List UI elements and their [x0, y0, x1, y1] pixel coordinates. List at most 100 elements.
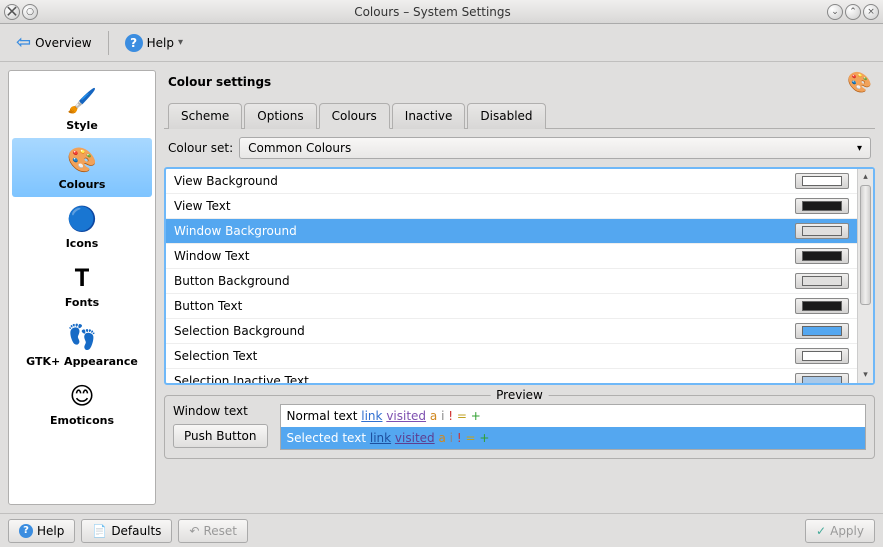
- preview-text-box: Normal text link visited a i ! = + Selec…: [280, 404, 867, 450]
- preview-active: a: [430, 409, 437, 423]
- colour-row[interactable]: Window Text: [166, 244, 857, 269]
- scroll-down-button[interactable]: ▾: [858, 367, 873, 383]
- colour-swatch-button[interactable]: [795, 248, 849, 264]
- preview-inactive: i: [441, 409, 444, 423]
- apply-button-label: Apply: [830, 524, 864, 538]
- help-button[interactable]: ? Help: [8, 519, 75, 543]
- defaults-icon: 📄: [92, 524, 107, 538]
- colour-swatch: [802, 351, 842, 361]
- sidebar-item-icons[interactable]: 🔵Icons: [12, 197, 152, 256]
- preview-selected-line: Selected text link visited a i ! = +: [281, 427, 866, 449]
- colour-name-label: Button Text: [174, 299, 795, 313]
- chevron-down-icon: ▾: [857, 143, 862, 154]
- colour-row[interactable]: Selection Background: [166, 319, 857, 344]
- colour-set-row: Colour set: Common Colours ▾: [164, 129, 875, 167]
- preview-active-sel: a: [438, 431, 445, 445]
- colour-list[interactable]: View Background View Text Window Backgroun…: [166, 169, 857, 383]
- colour-swatch-button[interactable]: [795, 198, 849, 214]
- preview-push-button[interactable]: Push Button: [173, 424, 268, 448]
- content-header: Colour settings 🎨: [164, 70, 875, 102]
- colour-name-label: Window Text: [174, 249, 795, 263]
- colour-swatch-button[interactable]: [795, 173, 849, 189]
- bottom-button-bar: ? Help 📄 Defaults ↶ Reset ✓ Apply: [0, 513, 883, 547]
- vertical-scrollbar[interactable]: ▴ ▾: [857, 169, 873, 383]
- main-area: 🖌️Style 🎨 Colours 🔵Icons𝐓Fonts 👣 GTK+ Appeara…: [0, 62, 883, 513]
- defaults-button[interactable]: 📄 Defaults: [81, 519, 172, 543]
- preview-window-text-label: Window text: [173, 404, 268, 418]
- back-arrow-icon: ⇦: [16, 32, 31, 53]
- help-menu-button[interactable]: ? Help ▾: [117, 30, 191, 56]
- colour-row[interactable]: Button Background: [166, 269, 857, 294]
- sidebar-item-style[interactable]: 🖌️Style: [12, 79, 152, 138]
- window-menu-icon[interactable]: ✕: [4, 4, 20, 20]
- tab-options[interactable]: Options: [244, 103, 316, 129]
- chevron-down-icon: ▾: [178, 37, 183, 48]
- tab-inactive[interactable]: Inactive: [392, 103, 466, 129]
- colour-swatch-button[interactable]: [795, 373, 849, 383]
- overview-button[interactable]: ⇦ Overview: [8, 28, 100, 57]
- main-toolbar: ⇦ Overview ? Help ▾: [0, 24, 883, 62]
- colour-swatch: [802, 201, 842, 211]
- scrollbar-thumb[interactable]: [860, 185, 871, 305]
- window-minimize-button[interactable]: ⌄: [827, 4, 843, 20]
- preview-link-sel: link: [370, 431, 391, 445]
- colour-swatch-button[interactable]: [795, 323, 849, 339]
- sidebar-item-gtk-appearance[interactable]: 👣 GTK+ Appearance: [12, 315, 152, 374]
- preview-negative: !: [448, 409, 453, 423]
- colour-row[interactable]: Window Background: [166, 219, 857, 244]
- colour-swatch-button[interactable]: [795, 298, 849, 314]
- preview-visited: visited: [386, 409, 426, 423]
- colour-swatch: [802, 176, 842, 186]
- colour-name-label: Window Background: [174, 224, 795, 238]
- colour-swatch-button[interactable]: [795, 348, 849, 364]
- sidebar-item-emoticons[interactable]: 😊Emoticons: [12, 374, 152, 433]
- colour-name-label: View Text: [174, 199, 795, 213]
- colour-row[interactable]: Button Text: [166, 294, 857, 319]
- sidebar-icon: 👣: [66, 321, 98, 353]
- reset-button[interactable]: ↶ Reset: [178, 519, 248, 543]
- sidebar-item-label: GTK+ Appearance: [26, 355, 138, 368]
- preview-positive-sel: +: [479, 431, 489, 445]
- sidebar-item-label: Colours: [59, 178, 106, 191]
- content-panel: Colour settings 🎨 SchemeOptionsColoursIn…: [164, 70, 875, 505]
- help-label: Help: [147, 36, 174, 50]
- preview-positive: +: [471, 409, 481, 423]
- colour-row[interactable]: Selection Inactive Text: [166, 369, 857, 383]
- window-title: Colours – System Settings: [38, 5, 827, 19]
- preview-neutral-sel: =: [465, 431, 475, 445]
- sidebar-item-colours[interactable]: 🎨 Colours: [12, 138, 152, 197]
- tab-colours[interactable]: Colours: [319, 103, 390, 129]
- colour-row[interactable]: Selection Text: [166, 344, 857, 369]
- colour-name-label: Selection Background: [174, 324, 795, 338]
- colour-swatch-button[interactable]: [795, 273, 849, 289]
- sidebar-icon: 🎨: [66, 144, 98, 176]
- preview-inactive-sel: i: [450, 431, 453, 445]
- colour-swatch-button[interactable]: [795, 223, 849, 239]
- scroll-up-button[interactable]: ▴: [858, 169, 873, 185]
- colour-row[interactable]: View Background: [166, 169, 857, 194]
- window-maximize-button[interactable]: ⌃: [845, 4, 861, 20]
- tab-disabled[interactable]: Disabled: [467, 103, 545, 129]
- check-icon: ✓: [816, 524, 826, 538]
- colour-row[interactable]: View Text: [166, 194, 857, 219]
- window-sticky-button[interactable]: ○: [22, 4, 38, 20]
- category-sidebar: 🖌️Style 🎨 Colours 🔵Icons𝐓Fonts 👣 GTK+ Appeara…: [8, 70, 156, 505]
- colour-name-label: View Background: [174, 174, 795, 188]
- apply-button[interactable]: ✓ Apply: [805, 519, 875, 543]
- tab-scheme[interactable]: Scheme: [168, 103, 242, 129]
- preview-selected-text: Selected text: [287, 431, 367, 445]
- window-close-button[interactable]: ×: [863, 4, 879, 20]
- sidebar-item-fonts[interactable]: 𝐓Fonts: [12, 256, 152, 315]
- sidebar-icon: 😊: [66, 380, 98, 412]
- colour-swatch: [802, 276, 842, 286]
- colour-set-combo[interactable]: Common Colours ▾: [239, 137, 871, 159]
- preview-neutral: =: [457, 409, 467, 423]
- sidebar-item-label: Icons: [66, 237, 99, 250]
- preview-normal-text: Normal text: [287, 409, 358, 423]
- palette-icon: 🎨: [847, 70, 871, 94]
- colour-name-label: Button Background: [174, 274, 795, 288]
- defaults-button-label: Defaults: [111, 524, 161, 538]
- colour-swatch: [802, 226, 842, 236]
- sidebar-item-label: Style: [66, 119, 98, 132]
- colour-swatch: [802, 376, 842, 383]
